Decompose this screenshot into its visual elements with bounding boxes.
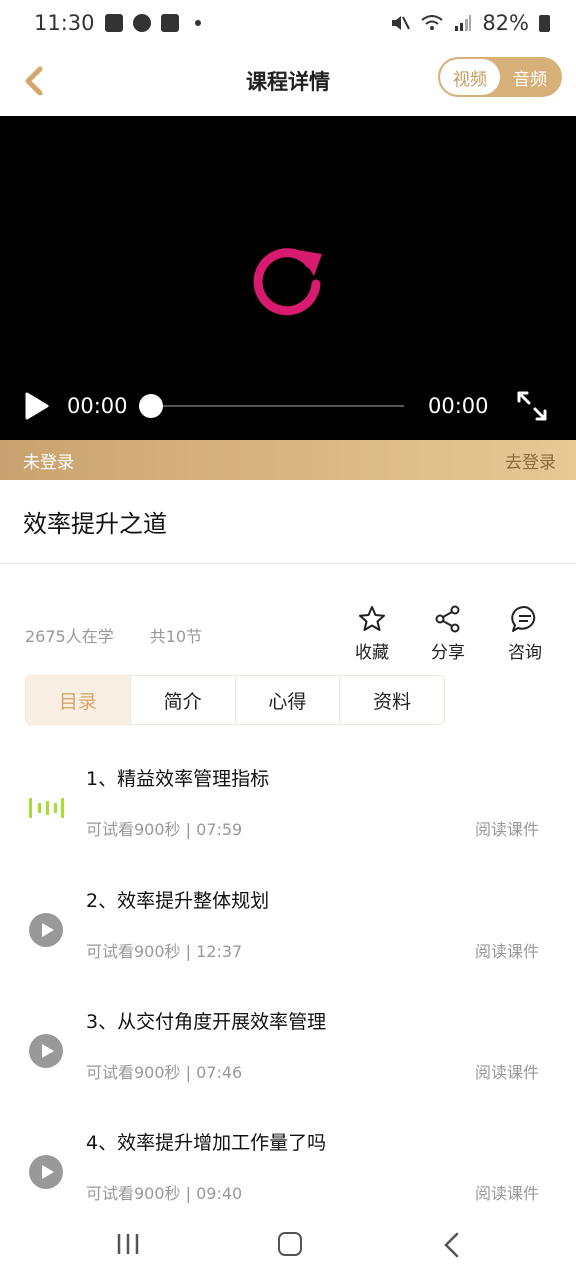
back-arrow-icon[interactable] — [20, 64, 50, 98]
system-nav-bar — [0, 1210, 576, 1280]
audio-mode-option[interactable]: 音频 — [500, 59, 560, 95]
star-icon — [359, 606, 385, 631]
tab-catalog[interactable]: 目录 — [26, 676, 130, 724]
wifi-icon — [421, 15, 443, 30]
play-circle-icon[interactable] — [28, 1033, 64, 1069]
login-banner: 未登录 去登录 — [0, 440, 576, 480]
play-icon[interactable] — [24, 392, 50, 420]
chat-icon — [511, 605, 536, 632]
consult-label: 咨询 — [508, 643, 542, 663]
battery-icon — [539, 14, 550, 32]
recents-icon[interactable] — [116, 1232, 140, 1256]
mute-icon — [392, 16, 411, 30]
player-controls: 00:00 00:00 — [0, 386, 576, 426]
lesson-title: 4、效率提升增加工作量了吗 — [86, 1132, 327, 1154]
page-header: 课程详情 视频 音频 — [0, 46, 576, 116]
favorite-label: 收藏 — [355, 643, 389, 663]
tab-materials[interactable]: 资料 — [339, 676, 444, 724]
home-icon[interactable] — [278, 1232, 302, 1256]
checkbox-notification-icon — [160, 14, 179, 32]
login-link[interactable]: 去登录 — [505, 448, 556, 473]
divider — [0, 563, 576, 564]
tab-intro[interactable]: 简介 — [129, 676, 235, 724]
share-icon — [435, 605, 460, 633]
lesson-title: 3、从交付角度开展效率管理 — [86, 1011, 327, 1033]
video-mode-option[interactable]: 视频 — [440, 59, 500, 95]
seek-track[interactable] — [150, 405, 404, 407]
lesson-meta: 可试看900秒 | 07:46 — [86, 1063, 243, 1082]
system-back-icon[interactable] — [442, 1232, 462, 1258]
lesson-item[interactable]: 3、从交付角度开展效率管理 可试看900秒 | 07:46 阅读课件 — [0, 995, 576, 1105]
play-circle-icon[interactable] — [28, 1154, 64, 1190]
more-notifications-icon — [194, 20, 201, 26]
read-courseware-link[interactable]: 阅读课件 — [475, 816, 539, 840]
consult-button[interactable]: 咨询 — [495, 604, 555, 663]
lesson-item[interactable]: 2、效率提升整体规划 可试看900秒 | 12:37 阅读课件 — [0, 874, 576, 984]
tab-notes[interactable]: 心得 — [234, 676, 340, 724]
total-time: 00:00 — [428, 394, 489, 418]
app-notification-icon — [132, 14, 151, 32]
course-tabs: 目录 简介 心得 资料 — [25, 675, 445, 725]
read-courseware-link[interactable]: 阅读课件 — [475, 1180, 539, 1204]
learner-count: 2675人在学 — [25, 627, 114, 646]
read-courseware-link[interactable]: 阅读课件 — [475, 938, 539, 962]
page-title: 课程详情 — [246, 70, 330, 94]
read-courseware-link[interactable]: 阅读课件 — [475, 1059, 539, 1083]
lesson-meta: 可试看900秒 | 09:40 — [86, 1184, 243, 1203]
fullscreen-icon[interactable] — [515, 389, 549, 423]
lesson-title: 2、效率提升整体规划 — [86, 890, 270, 912]
lesson-title: 1、精益效率管理指标 — [86, 768, 270, 790]
status-bar: 11:30 82% — [0, 0, 576, 46]
current-time: 00:00 — [67, 394, 128, 418]
login-status: 未登录 — [23, 452, 74, 473]
lesson-meta: 可试看900秒 | 07:59 — [86, 820, 243, 839]
section-count: 共10节 — [149, 627, 203, 646]
now-playing-icon — [29, 798, 64, 818]
favorite-button[interactable]: 收藏 — [342, 604, 402, 663]
lesson-item[interactable]: 1、精益效率管理指标 可试看900秒 | 07:59 阅读课件 — [0, 752, 576, 862]
lesson-meta: 可试看900秒 | 12:37 — [86, 942, 243, 961]
signal-icon — [455, 15, 472, 31]
seek-knob[interactable] — [139, 394, 163, 418]
course-stats: 2675人在学 共10节 — [25, 623, 202, 647]
play-circle-icon[interactable] — [28, 912, 64, 948]
replay-icon[interactable] — [248, 240, 328, 320]
battery-percent: 82% — [482, 11, 529, 35]
status-time: 11:30 — [34, 11, 95, 35]
share-button[interactable]: 分享 — [418, 604, 478, 663]
course-title: 效率提升之道 — [23, 510, 167, 538]
media-mode-toggle[interactable]: 视频 音频 — [438, 57, 562, 97]
gallery-notification-icon — [104, 14, 123, 32]
share-label: 分享 — [431, 643, 465, 663]
video-player[interactable]: 00:00 00:00 — [0, 116, 576, 440]
